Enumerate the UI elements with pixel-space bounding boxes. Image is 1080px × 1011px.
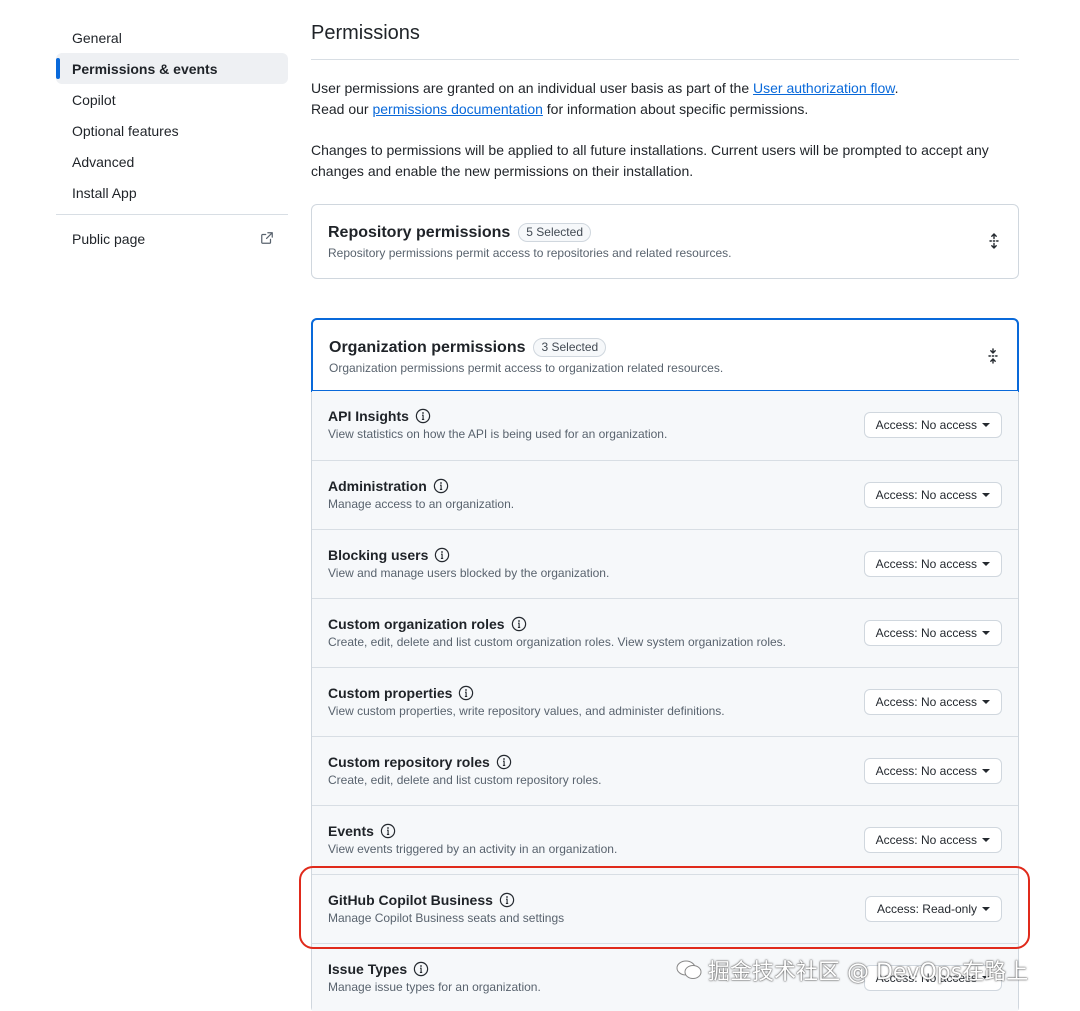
intro-text: User permissions are granted on an indiv…	[311, 80, 754, 96]
access-dropdown-button[interactable]: Access: No access	[863, 482, 1002, 508]
permission-name: GitHub Copilot Business	[328, 892, 493, 908]
organization-selected-counter: 3 Selected	[533, 338, 607, 357]
permission-name: Custom repository roles	[328, 754, 490, 770]
triangle-down-icon	[982, 631, 990, 635]
organization-permission-list: API Insights View statistics on how the …	[312, 391, 1018, 1011]
access-label: Access: No access	[875, 626, 977, 640]
triangle-down-icon	[982, 562, 990, 566]
repository-permissions-box: Repository permissions 5 Selected Reposi…	[311, 204, 1019, 279]
permission-name: Administration	[328, 478, 427, 494]
intro-line-2: Read our permissions documentation for i…	[311, 99, 1019, 120]
triangle-down-icon	[982, 907, 990, 911]
access-label: Access: No access	[875, 764, 977, 778]
access-dropdown-button[interactable]: Access: No access	[863, 827, 1002, 853]
access-label: Access: No access	[875, 557, 977, 571]
triangle-down-icon	[982, 838, 990, 842]
permission-name: Custom properties	[328, 685, 453, 701]
permission-name: Custom organization roles	[328, 616, 505, 632]
sidebar-item-public-page[interactable]: Public page	[56, 223, 288, 254]
access-label: Access: No access	[875, 488, 977, 502]
permission-row-events: Events View events triggered by an activ…	[312, 805, 1018, 874]
permissions-intro: User permissions are granted on an indiv…	[311, 78, 1019, 182]
intro-text: Read our	[311, 101, 373, 117]
permission-row-issue-types: Issue Types Manage issue types for an or…	[312, 943, 1018, 1011]
access-dropdown-button[interactable]: Access: No access	[863, 620, 1002, 646]
intro-text: .	[894, 80, 899, 96]
access-label: Access: No access	[875, 695, 977, 709]
permission-row-administration: Administration Manage access to an organ…	[312, 460, 1018, 529]
intro-line-3: Changes to permissions will be applied t…	[311, 142, 989, 179]
permission-name: API Insights	[328, 408, 409, 424]
sidebar-item-permissions-events[interactable]: Permissions & events	[56, 53, 288, 84]
sidebar-item-copilot[interactable]: Copilot	[56, 84, 288, 115]
triangle-down-icon	[982, 976, 990, 980]
permission-name: Issue Types	[328, 961, 408, 977]
access-label: Access: No access	[875, 418, 977, 432]
triangle-down-icon	[982, 769, 990, 773]
permission-row-custom-repository-roles: Custom repository roles Create, edit, de…	[312, 736, 1018, 805]
access-dropdown-button[interactable]: Access: No access	[863, 758, 1002, 784]
permission-row-api-insights: API Insights View statistics on how the …	[312, 391, 1018, 460]
permission-name: Blocking users	[328, 547, 429, 563]
sidebar-item-install-app[interactable]: Install App	[56, 177, 288, 208]
sidebar-item-label: Optional features	[72, 122, 179, 139]
permission-row-github-copilot-business: GitHub Copilot Business Manage Copilot B…	[312, 874, 1018, 943]
info-icon[interactable]	[496, 754, 512, 770]
repository-permissions-header[interactable]: Repository permissions 5 Selected Reposi…	[312, 205, 1018, 278]
sidebar-item-label: Copilot	[72, 91, 116, 108]
fold-icon[interactable]	[985, 348, 1001, 364]
sidebar-item-label: General	[72, 29, 122, 46]
triangle-down-icon	[982, 423, 990, 427]
organization-permissions-title: Organization permissions	[329, 338, 526, 356]
repository-permissions-title: Repository permissions	[328, 223, 511, 241]
intro-line-1: User permissions are granted on an indiv…	[311, 78, 1019, 99]
info-icon[interactable]	[511, 616, 527, 632]
organization-permissions-header[interactable]: Organization permissions 3 Selected Orga…	[311, 318, 1019, 392]
info-icon[interactable]	[413, 961, 429, 977]
intro-text: for information about specific permissio…	[542, 101, 809, 117]
access-dropdown-button[interactable]: Access: No access	[863, 965, 1002, 991]
triangle-down-icon	[982, 700, 990, 704]
info-icon[interactable]	[458, 685, 474, 701]
info-icon[interactable]	[380, 823, 396, 839]
page-title: Permissions	[311, 22, 1019, 60]
sidebar-item-general[interactable]: General	[56, 22, 288, 53]
permission-row-custom-organization-roles: Custom organization roles Create, edit, …	[312, 598, 1018, 667]
access-label: Access: Read-only	[876, 902, 977, 916]
sidebar-divider	[56, 214, 288, 215]
repository-selected-counter: 5 Selected	[518, 223, 591, 242]
permission-row-custom-properties: Custom properties View custom properties…	[312, 667, 1018, 736]
external-link-icon	[261, 232, 273, 244]
unfold-icon[interactable]	[986, 233, 1002, 249]
organization-permissions-box: Organization permissions 3 Selected Orga…	[311, 318, 1019, 1011]
info-icon[interactable]	[415, 408, 431, 424]
access-dropdown-button[interactable]: Access: No access	[863, 551, 1002, 577]
info-icon[interactable]	[433, 478, 449, 494]
sidebar-item-label: Advanced	[72, 153, 135, 170]
settings-sidebar: General Permissions & events Copilot Opt…	[56, 22, 288, 254]
user-authorization-flow-link[interactable]: User authorization flow	[753, 80, 895, 96]
permission-name: Events	[328, 823, 374, 839]
access-dropdown-button[interactable]: Access: No access	[863, 412, 1002, 438]
info-icon[interactable]	[499, 892, 515, 908]
access-label: Access: No access	[875, 833, 977, 847]
permissions-main: Permissions User permissions are granted…	[311, 22, 1019, 1011]
info-icon[interactable]	[434, 547, 450, 563]
access-label: Access: No access	[875, 971, 977, 985]
access-dropdown-button[interactable]: Access: Read-only	[864, 896, 1002, 922]
triangle-down-icon	[982, 493, 990, 497]
access-dropdown-button[interactable]: Access: No access	[863, 689, 1002, 715]
sidebar-item-label: Permissions & events	[72, 60, 218, 77]
organization-permissions-desc: Organization permissions permit access t…	[329, 361, 724, 375]
sidebar-item-optional-features[interactable]: Optional features	[56, 115, 288, 146]
sidebar-item-label: Install App	[72, 184, 137, 201]
sidebar-item-advanced[interactable]: Advanced	[56, 146, 288, 177]
sidebar-item-label: Public page	[72, 230, 146, 247]
repository-permissions-desc: Repository permissions permit access to …	[328, 246, 732, 260]
permission-row-blocking-users: Blocking users View and manage users blo…	[312, 529, 1018, 598]
permissions-documentation-link[interactable]: permissions documentation	[372, 101, 542, 117]
